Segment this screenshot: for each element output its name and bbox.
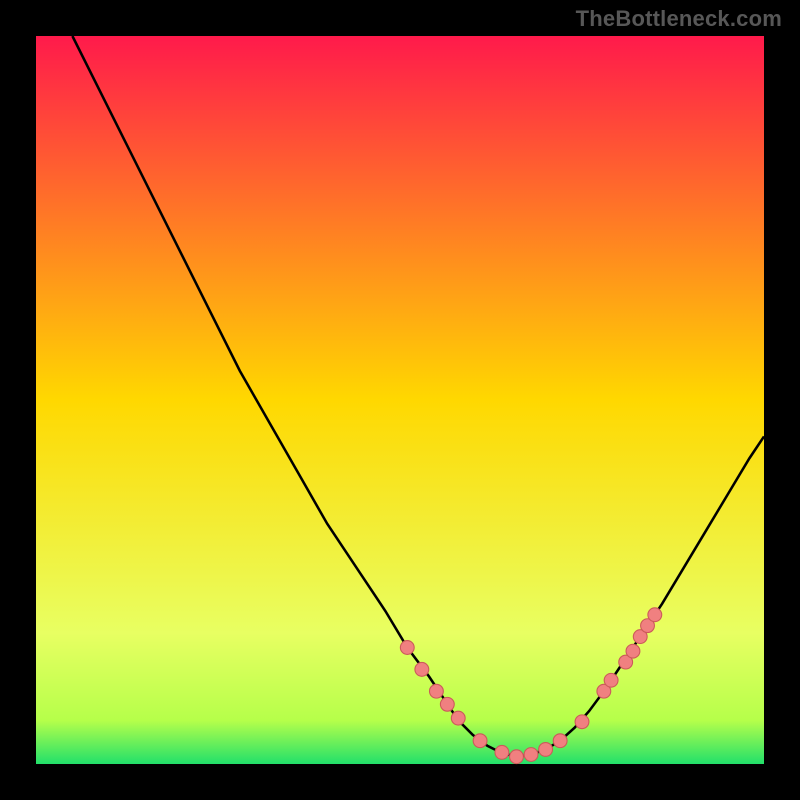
marker-group [400,608,661,764]
marker-point [648,608,662,622]
bottleneck-curve [72,36,764,757]
marker-point [429,684,443,698]
marker-point [510,750,524,764]
marker-point [524,748,538,762]
chart-svg [36,36,764,764]
marker-point [451,711,465,725]
chart-container: { "watermark": "TheBottleneck.com", "col… [0,0,800,800]
watermark-text: TheBottleneck.com [576,6,782,32]
marker-point [473,734,487,748]
marker-point [400,641,414,655]
marker-point [626,644,640,658]
marker-point [440,697,454,711]
plot-area [36,36,764,764]
marker-point [495,745,509,759]
marker-point [604,673,618,687]
marker-point [415,662,429,676]
marker-point [553,734,567,748]
marker-point [539,743,553,757]
marker-point [575,715,589,729]
